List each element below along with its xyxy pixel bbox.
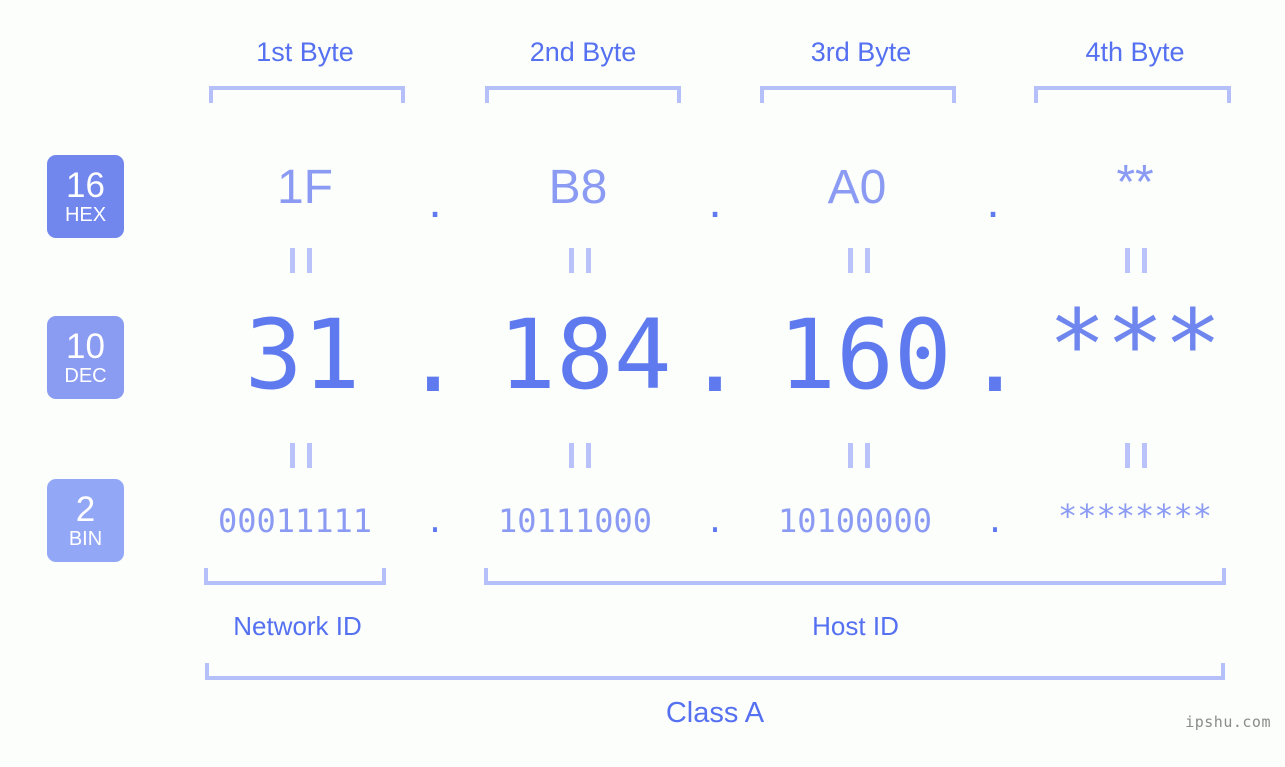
dec-separator-3: . xyxy=(966,302,1024,414)
hex-separator-3: . xyxy=(986,175,1000,228)
base-badge-bin: 2 BIN xyxy=(47,479,124,562)
bin-byte-3: 10100000 xyxy=(777,502,933,540)
equals-marker-dec-bin-1 xyxy=(290,443,312,468)
bin-byte-2: 10111000 xyxy=(497,502,653,540)
class-bracket xyxy=(205,663,1225,680)
dec-separator-1: . xyxy=(404,302,462,414)
byte-bracket-2 xyxy=(485,86,681,103)
hex-separator-1: . xyxy=(428,175,442,228)
bin-byte-1: 00011111 xyxy=(217,502,373,540)
equals-marker-hex-dec-2 xyxy=(569,248,591,273)
base-badge-hex-name: HEX xyxy=(64,203,107,226)
base-badge-dec: 10 DEC xyxy=(47,316,124,399)
dec-byte-3: 160 xyxy=(778,299,952,411)
base-badge-dec-number: 10 xyxy=(66,326,105,366)
hex-byte-1: 1F xyxy=(276,161,333,214)
base-badge-hex: 16 HEX xyxy=(47,155,124,238)
byte-header-1: 1st Byte xyxy=(256,37,354,67)
equals-marker-dec-bin-2 xyxy=(569,443,591,468)
dec-byte-1: 31 xyxy=(244,299,361,411)
base-badge-dec-name: DEC xyxy=(64,364,107,387)
equals-marker-hex-dec-4 xyxy=(1125,248,1147,273)
hex-separator-2: . xyxy=(708,175,722,228)
base-badge-bin-name: BIN xyxy=(68,527,103,550)
byte-header-3: 3rd Byte xyxy=(810,37,912,67)
base-badge-bin-number: 2 xyxy=(75,489,96,529)
class-label: Class A xyxy=(665,697,765,729)
byte-header-4: 4th Byte xyxy=(1085,37,1185,67)
host-id-label: Host ID xyxy=(812,611,899,641)
equals-marker-dec-bin-3 xyxy=(848,443,870,468)
byte-bracket-1 xyxy=(209,86,405,103)
watermark: ipshu.com xyxy=(1185,713,1271,731)
dec-byte-2: 184 xyxy=(498,299,672,411)
hex-byte-2: B8 xyxy=(548,161,608,214)
equals-marker-dec-bin-4 xyxy=(1125,443,1147,468)
bin-byte-4: ******** xyxy=(1057,497,1213,535)
byte-header-2: 2nd Byte xyxy=(529,37,637,67)
dec-separator-2: . xyxy=(686,302,744,414)
byte-bracket-4 xyxy=(1034,86,1231,103)
hex-byte-4: ** xyxy=(1116,156,1154,209)
dec-byte-4: *** xyxy=(1048,289,1222,401)
bin-separator-3: . xyxy=(985,502,1005,540)
hex-byte-3: A0 xyxy=(827,161,887,214)
byte-bracket-3 xyxy=(760,86,956,103)
equals-marker-hex-dec-1 xyxy=(290,248,312,273)
network-id-label: Network ID xyxy=(233,611,362,641)
bin-separator-1: . xyxy=(425,502,445,540)
equals-marker-hex-dec-3 xyxy=(848,248,870,273)
bin-separator-2: . xyxy=(705,502,725,540)
network-id-bracket xyxy=(204,568,386,585)
host-id-bracket xyxy=(484,568,1226,585)
base-badge-hex-number: 16 xyxy=(66,165,105,205)
ip-address-breakdown-diagram: 1st Byte 2nd Byte 3rd Byte 4th Byte 16 H… xyxy=(0,0,1285,767)
